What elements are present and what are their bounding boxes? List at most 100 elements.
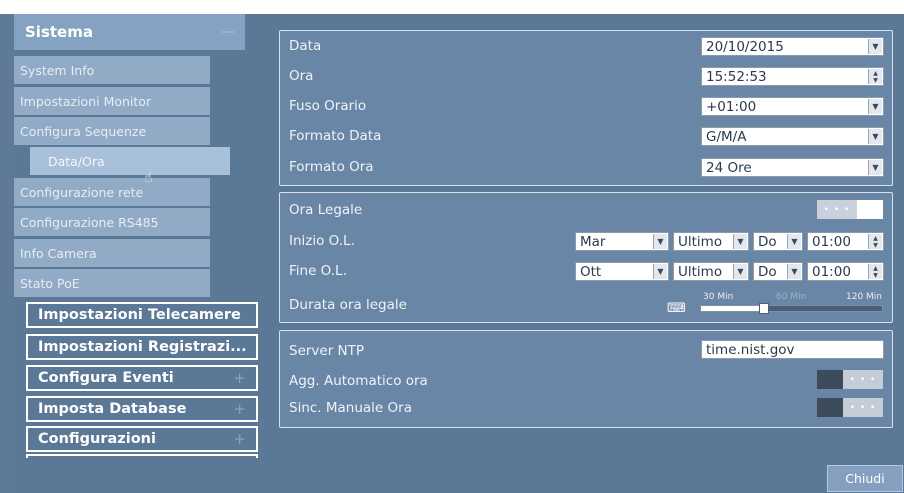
chevron-down-icon[interactable]: ▼ (868, 99, 882, 114)
sidebar-item-label: Configurazione rete (20, 184, 144, 200)
time-value: 15:52:53 (706, 68, 767, 85)
dst-label: Ora Legale (289, 202, 363, 218)
plus-icon: + (233, 400, 246, 418)
chevron-down-icon[interactable]: ▼ (868, 129, 882, 144)
close-button[interactable]: Chiudi (827, 465, 903, 492)
date-label: Data (289, 38, 322, 54)
top-strip (0, 0, 904, 14)
sidebar-item-configurazione-rete[interactable]: Configurazione rete (14, 178, 210, 206)
minus-icon[interactable]: — (221, 24, 235, 40)
sidebar-item-label: Impostazioni Monitor (20, 93, 152, 109)
dst-end-time-value: 01:00 (812, 263, 851, 280)
ntp-server-input[interactable]: time.nist.gov (701, 340, 884, 359)
dst-start-time-value: 01:00 (812, 233, 851, 250)
chevron-down-icon[interactable]: ▼ (733, 234, 747, 249)
category-label: Imposta Database (38, 401, 187, 417)
dst-toggle[interactable]: • • • (817, 200, 883, 219)
sidebar-section-title: Sistema (25, 23, 93, 41)
dst-start-month-value: Mar (580, 233, 606, 250)
category-impostazioni-telecamere[interactable]: Impostazioni Telecamere (26, 302, 258, 328)
sidebar-item-configura-sequenze[interactable]: Configura Sequenze (14, 117, 210, 145)
category-partial (26, 454, 258, 458)
dst-start-label: Inizio O.L. (289, 233, 355, 249)
dst-start-month-select[interactable]: Mar ▼ (575, 232, 669, 251)
sidebar-item-label: Data/Ora (48, 153, 105, 169)
spinner-arrows-icon[interactable]: ▲ ▼ (868, 264, 882, 279)
sidebar-item-impostazioni-monitor[interactable]: Impostazioni Monitor (14, 87, 210, 115)
category-label: Configura Eventi (38, 370, 174, 386)
category-label: Configurazioni (38, 431, 156, 447)
dst-end-day-value: Do (758, 263, 777, 280)
date-format-value: G/M/A (706, 128, 747, 145)
chevron-down-icon[interactable]: ▼ (653, 264, 667, 279)
dst-start-day-select[interactable]: Do ▼ (753, 232, 803, 251)
dst-start-time-spinner[interactable]: 01:00 ▲ ▼ (807, 232, 884, 251)
category-label: Impostazioni Telecamere (38, 307, 241, 323)
dst-start-day-value: Do (758, 233, 777, 250)
date-value: 20/10/2015 (706, 38, 784, 55)
time-format-select[interactable]: 24 Ore ▼ (701, 158, 884, 177)
dst-end-week-value: Ultimo (678, 263, 723, 280)
timezone-select[interactable]: +01:00 ▼ (701, 97, 884, 116)
sidebar-item-configurazione-rs485[interactable]: Configurazione RS485 (14, 208, 210, 236)
ntp-server-label: Server NTP (289, 343, 365, 359)
time-format-value: 24 Ore (706, 159, 752, 176)
manual-sync-label: Sinc. Manuale Ora (289, 400, 412, 416)
manual-sync-toggle[interactable]: • • • (817, 398, 883, 417)
sidebar-item-label: Info Camera (20, 245, 97, 261)
date-select[interactable]: 20/10/2015 ▼ (701, 37, 884, 56)
spinner-arrows-icon[interactable]: ▲ ▼ (868, 69, 882, 84)
time-label: Ora (289, 68, 314, 84)
date-format-select[interactable]: G/M/A ▼ (701, 127, 884, 146)
sidebar-item-label: Configura Sequenze (20, 123, 147, 139)
slider-thumb[interactable] (759, 303, 769, 314)
plus-icon: + (233, 369, 246, 387)
chevron-down-icon[interactable]: ▼ (868, 39, 882, 54)
sidebar-item-info-camera[interactable]: Info Camera (14, 239, 210, 267)
keyboard-icon[interactable]: ⌨ (667, 301, 686, 316)
ntp-server-value: time.nist.gov (706, 341, 795, 358)
sidebar-section-sistema[interactable]: Sistema — (14, 14, 245, 50)
plus-icon: + (233, 430, 246, 448)
toggle-knob: • • • (843, 398, 883, 417)
category-impostazioni-registrazione[interactable]: Impostazioni Registrazi... (26, 334, 258, 360)
chevron-down-icon[interactable]: ▼ (787, 264, 801, 279)
date-format-label: Formato Data (289, 128, 382, 144)
time-format-label: Formato Ora (289, 159, 374, 175)
chevron-down-icon[interactable]: ▼ (868, 160, 882, 175)
dst-end-time-spinner[interactable]: 01:00 ▲ ▼ (807, 262, 884, 281)
sidebar-item-data-ora[interactable]: Data/Ora (30, 147, 230, 175)
chevron-down-icon[interactable]: ▼ (733, 264, 747, 279)
toggle-knob: • • • (843, 370, 883, 389)
category-configurazioni[interactable]: Configurazioni + (26, 426, 258, 452)
sidebar-item-system-info[interactable]: System Info (14, 56, 210, 84)
close-button-label: Chiudi (845, 471, 885, 486)
timezone-value: +01:00 (706, 98, 757, 115)
category-label: Impostazioni Registrazi... (38, 339, 246, 355)
slider-tick-label: 120 Min (846, 292, 883, 302)
dst-end-month-value: Ott (580, 263, 602, 280)
category-configura-eventi[interactable]: Configura Eventi + (26, 365, 258, 391)
slider-tick-label: 60 Min (776, 292, 807, 302)
chevron-down-icon[interactable]: ▼ (653, 234, 667, 249)
sidebar-item-label: Configurazione RS485 (20, 214, 159, 230)
dst-start-week-value: Ultimo (678, 233, 723, 250)
dst-end-week-select[interactable]: Ultimo ▼ (673, 262, 749, 281)
auto-update-label: Agg. Automatico ora (289, 373, 428, 389)
category-imposta-database[interactable]: Imposta Database + (26, 396, 258, 422)
sidebar-item-label: Stato PoE (20, 275, 80, 291)
dst-start-week-select[interactable]: Ultimo ▼ (673, 232, 749, 251)
mouse-cursor-icon: ☝ (144, 170, 153, 186)
auto-update-toggle[interactable]: • • • (817, 370, 883, 389)
timezone-label: Fuso Orario (289, 98, 367, 114)
dst-end-month-select[interactable]: Ott ▼ (575, 262, 669, 281)
time-spinner[interactable]: 15:52:53 ▲ ▼ (701, 67, 884, 86)
slider-tick-label: 30 Min (703, 292, 734, 302)
toggle-knob: • • • (817, 200, 857, 219)
spinner-arrows-icon[interactable]: ▲ ▼ (868, 234, 882, 249)
slider-fill (701, 306, 765, 311)
sidebar-item-stato-poe[interactable]: Stato PoE (14, 269, 210, 297)
dst-end-day-select[interactable]: Do ▼ (753, 262, 803, 281)
chevron-down-icon[interactable]: ▼ (787, 234, 801, 249)
dst-duration-slider[interactable] (700, 305, 883, 312)
